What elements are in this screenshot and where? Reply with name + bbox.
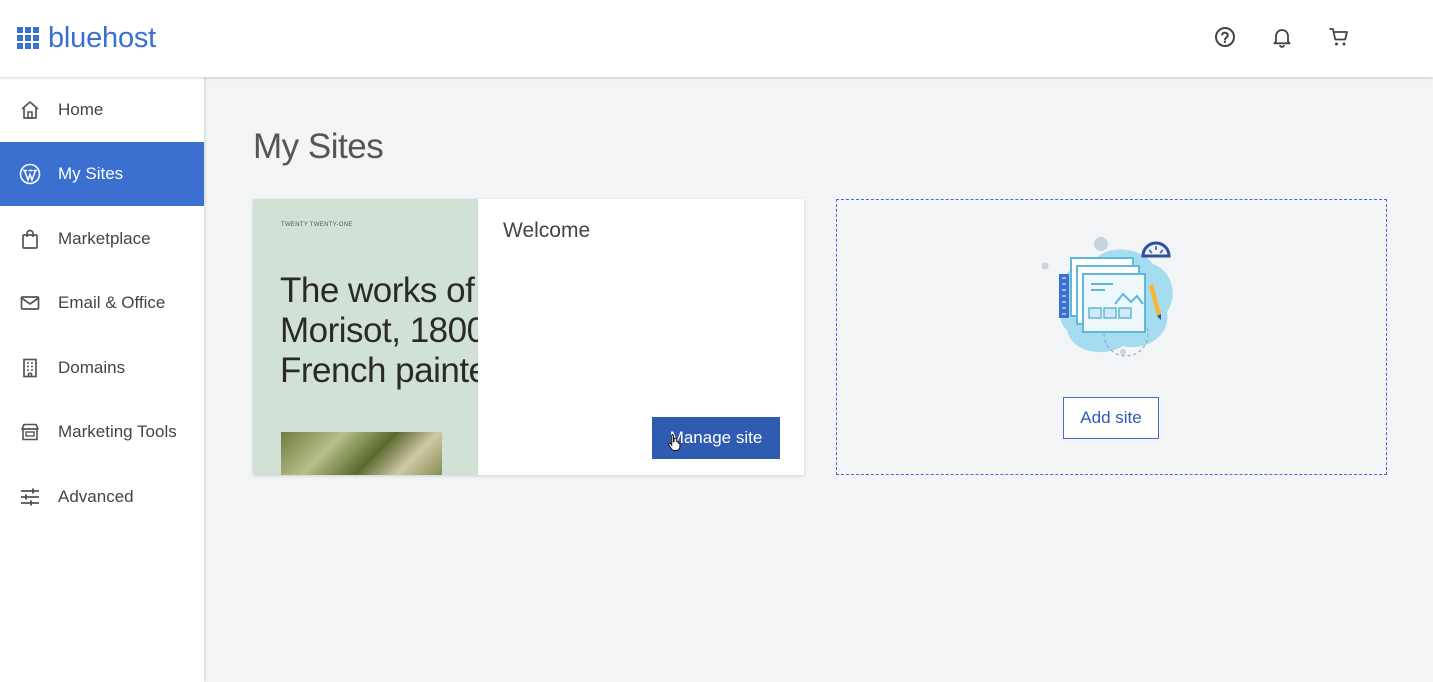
- sidebar-item-email-office[interactable]: Email & Office: [0, 271, 204, 335]
- sidebar-item-label: Email & Office: [58, 293, 166, 312]
- storefront-icon: [19, 421, 41, 443]
- header-actions: [1213, 25, 1351, 49]
- manage-site-button[interactable]: Manage site: [652, 417, 780, 459]
- page-title: My Sites: [253, 127, 384, 166]
- thumbnail-image: [281, 432, 442, 475]
- wordpress-icon: [19, 163, 41, 185]
- sidebar-item-label: Advanced: [58, 487, 134, 506]
- mail-icon: [19, 292, 41, 314]
- cart-icon[interactable]: [1327, 25, 1351, 49]
- sidebar-item-label: My Sites: [58, 164, 124, 183]
- bell-icon[interactable]: [1270, 25, 1294, 49]
- sliders-icon: [19, 486, 41, 508]
- sidebar-item-domains[interactable]: Domains: [0, 336, 204, 400]
- theme-label: TWENTY TWENTY-ONE: [281, 222, 353, 228]
- sidebar-item-marketing-tools[interactable]: Marketing Tools: [0, 400, 204, 464]
- sidebar-item-marketplace[interactable]: Marketplace: [0, 207, 204, 271]
- sidebar-item-label: Home: [58, 100, 104, 119]
- site-card: TWENTY TWENTY-ONE The works of Morisot, …: [253, 199, 804, 475]
- site-thumbnail[interactable]: TWENTY TWENTY-ONE The works of Morisot, …: [253, 199, 478, 475]
- website-builder-illustration: [1041, 237, 1173, 357]
- shopping-bag-icon: [19, 228, 41, 250]
- sidebar: Home My Sites Marketplace Email & Office…: [0, 77, 204, 682]
- site-name: Welcome: [503, 219, 591, 242]
- thumbnail-headline: The works of Morisot, 1800 French painte: [280, 271, 478, 390]
- sidebar-item-label: Marketplace: [58, 229, 151, 248]
- help-circle-icon[interactable]: [1213, 25, 1237, 49]
- apps-grid-icon: [17, 27, 39, 49]
- bluehost-logo[interactable]: bluehost: [17, 22, 157, 54]
- brand-name: bluehost: [48, 22, 157, 54]
- top-header: bluehost: [0, 0, 1433, 77]
- add-site-button[interactable]: Add site: [1063, 397, 1159, 439]
- home-icon: [19, 99, 41, 121]
- sidebar-item-advanced[interactable]: Advanced: [0, 465, 204, 529]
- sidebar-item-home[interactable]: Home: [0, 78, 204, 142]
- building-icon: [19, 357, 41, 379]
- add-site-card: Add site: [836, 199, 1387, 475]
- sidebar-item-label: Domains: [58, 358, 126, 377]
- sidebar-item-my-sites[interactable]: My Sites: [0, 142, 204, 206]
- sidebar-item-label: Marketing Tools: [58, 422, 177, 441]
